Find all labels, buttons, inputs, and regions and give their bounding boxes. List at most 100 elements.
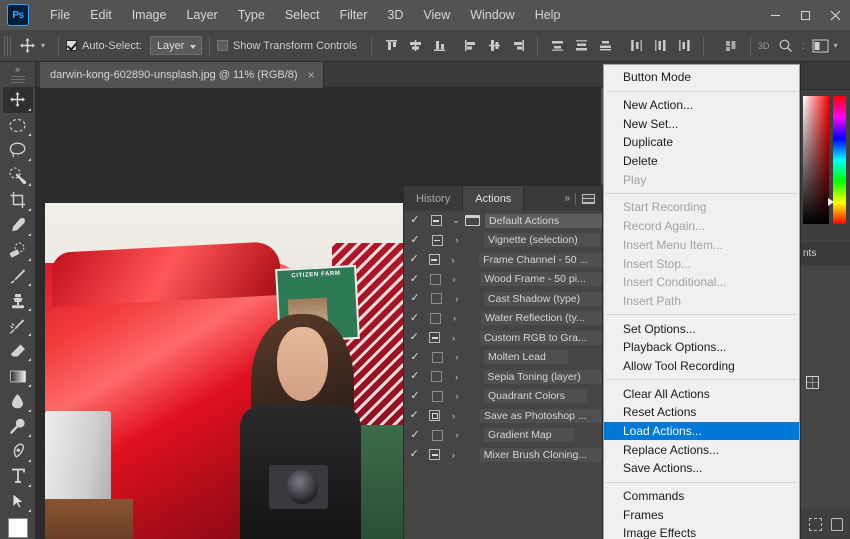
modal-control-toggle[interactable] (425, 410, 446, 422)
modal-control-toggle[interactable] (426, 371, 448, 383)
action-toggle-checkbox[interactable]: ✓ (404, 390, 426, 402)
tab-history[interactable]: History (404, 186, 464, 211)
menu-item-commands[interactable]: Commands (604, 487, 799, 506)
twirl-arrow-icon[interactable]: › (446, 313, 463, 323)
menu-item-new-set[interactable]: New Set... (604, 114, 799, 133)
auto-select-scope-dropdown[interactable]: Layer (149, 36, 202, 55)
close-icon[interactable]: × (308, 69, 315, 81)
action-row[interactable]: ✓ › Save as Photoshop ... (404, 406, 602, 426)
action-toggle-checkbox[interactable]: ✓ (404, 332, 425, 343)
menu-item-button-mode[interactable]: Button Mode (604, 68, 799, 87)
twirl-arrow-icon[interactable]: › (445, 274, 462, 284)
menu-image[interactable]: Image (122, 4, 177, 26)
modal-control-toggle[interactable] (426, 390, 448, 402)
history-brush-tool[interactable] (3, 313, 33, 338)
modal-control-toggle[interactable] (426, 215, 448, 227)
action-toggle-checkbox[interactable]: ✓ (404, 449, 425, 460)
menu-item-clear-all-actions[interactable]: Clear All Actions (604, 384, 799, 403)
move-tool[interactable] (2, 87, 33, 113)
align-top-edges-icon[interactable] (379, 35, 403, 57)
modal-control-toggle[interactable] (426, 351, 448, 363)
hue-strip[interactable] (828, 96, 846, 224)
menu-item-duplicate[interactable]: Duplicate (604, 133, 799, 152)
modal-control-toggle[interactable] (426, 293, 448, 305)
distribute-right-edges-icon[interactable] (672, 35, 696, 57)
action-row[interactable]: ✓ › Wood Frame - 50 pi... (404, 270, 602, 290)
action-row[interactable]: ✓ › Quadrant Colors (404, 387, 602, 407)
action-set-row[interactable]: ✓ ⌄ Default Actions (404, 211, 602, 231)
modal-control-toggle[interactable] (425, 332, 446, 344)
action-toggle-checkbox[interactable]: ✓ (404, 429, 426, 441)
menu-type[interactable]: Type (228, 4, 275, 26)
menu-item-replace-actions[interactable]: Replace Actions... (604, 440, 799, 459)
toolbar-grip[interactable] (10, 76, 25, 84)
twirl-arrow-icon[interactable]: › (448, 352, 466, 362)
menu-3d[interactable]: 3D (377, 4, 413, 26)
menu-item-image-effects[interactable]: Image Effects (604, 524, 799, 539)
action-row[interactable]: ✓ › Molten Lead (404, 348, 602, 368)
twirl-arrow-icon[interactable]: › (448, 235, 466, 245)
align-left-edges-icon[interactable] (458, 35, 482, 57)
action-toggle-checkbox[interactable]: ✓ (404, 293, 426, 304)
menu-item-load-actions[interactable]: Load Actions... (604, 421, 799, 441)
elliptical-marquee-tool[interactable] (3, 113, 33, 138)
gradient-tool[interactable] (3, 363, 33, 388)
hue-marker[interactable] (828, 198, 834, 206)
twirl-arrow-icon[interactable]: ⌄ (447, 215, 465, 226)
action-toggle-checkbox[interactable]: ✓ (404, 254, 424, 265)
modal-control-toggle[interactable] (424, 254, 444, 266)
path-selection-tool[interactable] (3, 489, 33, 514)
distribute-vertical-centers-icon[interactable] (569, 35, 593, 57)
grid-arrange-icon[interactable] (719, 35, 743, 57)
rectangle-tool[interactable] (3, 514, 33, 539)
menu-item-delete[interactable]: Delete (604, 152, 799, 171)
panel-menu-icon[interactable] (582, 193, 595, 204)
spot-healing-brush-tool[interactable] (3, 238, 33, 263)
menu-item-new-action[interactable]: New Action... (604, 96, 799, 115)
lasso-tool[interactable] (3, 138, 33, 163)
workspace-chevron-icon[interactable]: ▾ (834, 41, 838, 50)
dodge-tool[interactable] (3, 414, 33, 439)
blur-tool[interactable] (3, 389, 33, 414)
modal-control-toggle[interactable] (425, 273, 446, 285)
auto-select-group[interactable]: Auto-Select: (66, 40, 142, 52)
toolbar-collapse-button[interactable]: » (0, 62, 35, 76)
tool-preset-chevron-icon[interactable]: ▾ (41, 41, 45, 50)
twirl-arrow-icon[interactable]: › (445, 333, 462, 343)
twirl-arrow-icon[interactable]: › (448, 391, 466, 401)
align-vertical-centers-icon[interactable] (403, 35, 427, 57)
menu-item-playback-options[interactable]: Playback Options... (604, 338, 799, 357)
action-toggle-checkbox[interactable]: ✓ (404, 273, 425, 285)
distribute-bottom-edges-icon[interactable] (593, 35, 617, 57)
twirl-arrow-icon[interactable]: › (448, 294, 466, 304)
menu-item-allow-tool-recording[interactable]: Allow Tool Recording (604, 357, 799, 376)
document-tab[interactable]: darwin-kong-602890-unsplash.jpg @ 11% (R… (40, 62, 324, 88)
type-tool[interactable] (3, 464, 33, 489)
menu-file[interactable]: File (40, 4, 80, 26)
maximize-button[interactable] (790, 0, 820, 30)
new-artboard-icon[interactable] (809, 517, 822, 531)
twirl-arrow-icon[interactable]: › (448, 430, 466, 440)
action-row[interactable]: ✓ › Vignette (selection) (404, 231, 602, 251)
menu-window[interactable]: Window (460, 4, 524, 26)
menu-layer[interactable]: Layer (176, 4, 227, 26)
new-layer-icon[interactable] (831, 517, 843, 531)
modal-control-toggle[interactable] (425, 449, 446, 461)
tab-actions[interactable]: Actions (463, 186, 525, 211)
show-transform-checkbox[interactable] (216, 40, 228, 51)
action-toggle-checkbox[interactable]: ✓ (404, 312, 425, 324)
action-row[interactable]: ✓ › Water Reflection (ty... (404, 309, 602, 329)
workspace-switcher-icon[interactable] (809, 35, 833, 57)
show-transform-group[interactable]: Show Transform Controls (216, 40, 357, 52)
align-right-edges-icon[interactable] (506, 35, 530, 57)
crop-tool[interactable] (3, 188, 33, 213)
distribute-left-edges-icon[interactable] (624, 35, 648, 57)
grid-icon[interactable] (806, 376, 819, 389)
action-toggle-checkbox[interactable]: ✓ (404, 371, 426, 382)
menu-item-frames[interactable]: Frames (604, 505, 799, 524)
menu-item-save-actions[interactable]: Save Actions... (604, 459, 799, 478)
auto-select-checkbox[interactable] (66, 40, 78, 51)
align-horizontal-centers-icon[interactable] (482, 35, 506, 57)
pen-tool[interactable] (3, 439, 33, 464)
minimize-button[interactable] (760, 0, 790, 30)
